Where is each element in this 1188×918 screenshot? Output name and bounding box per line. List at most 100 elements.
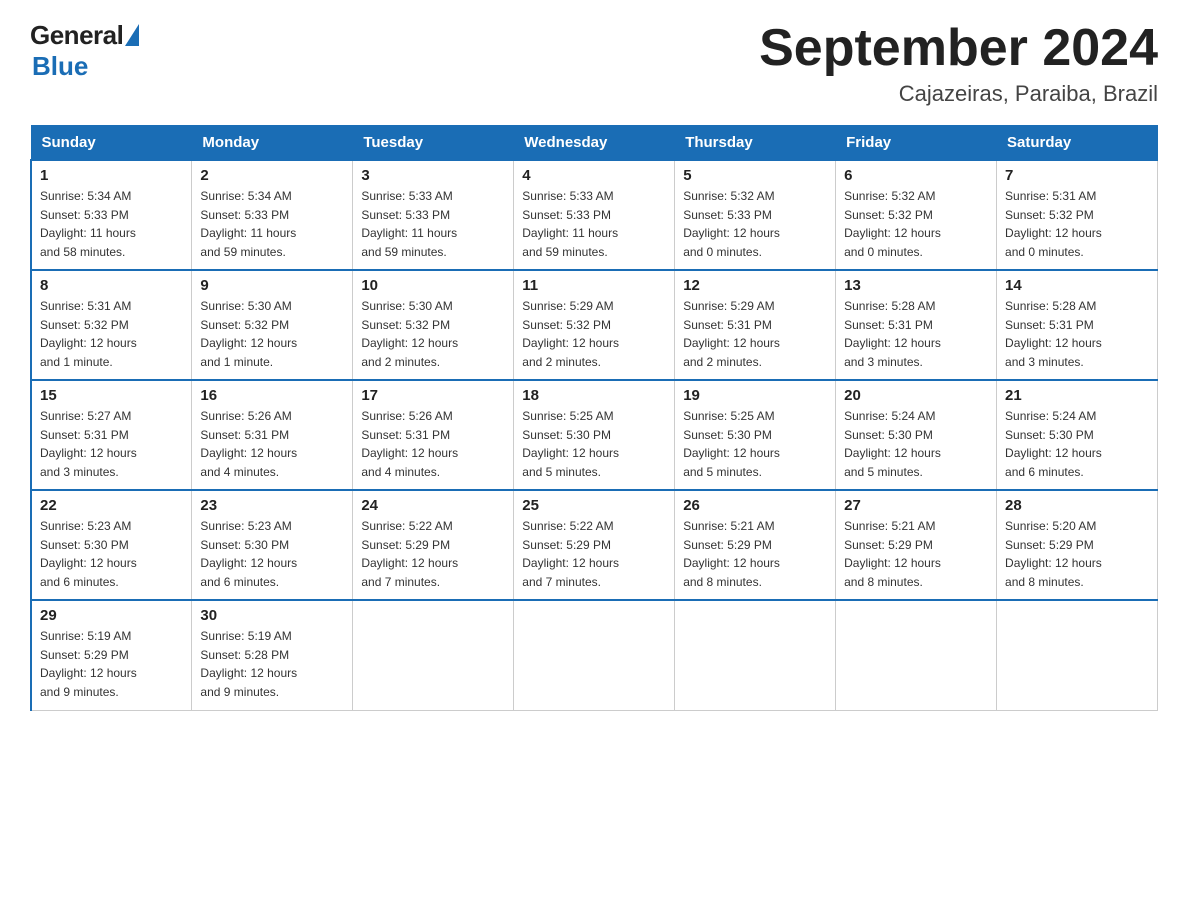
calendar-day-cell: 15 Sunrise: 5:27 AMSunset: 5:31 PMDayligh… (31, 380, 192, 490)
day-info-text: Sunrise: 5:26 AMSunset: 5:31 PMDaylight:… (361, 407, 505, 481)
day-number: 1 (40, 167, 183, 184)
calendar-day-cell: 28 Sunrise: 5:20 AMSunset: 5:29 PMDayligh… (997, 490, 1158, 600)
day-number: 4 (522, 167, 666, 184)
calendar-day-cell: 19 Sunrise: 5:25 AMSunset: 5:30 PMDayligh… (675, 380, 836, 490)
calendar-day-cell: 12 Sunrise: 5:29 AMSunset: 5:31 PMDayligh… (675, 270, 836, 380)
day-info-text: Sunrise: 5:34 AMSunset: 5:33 PMDaylight:… (200, 187, 344, 261)
calendar-day-cell: 5Sunrise: 5:32 AMSunset: 5:33 PMDaylight… (675, 160, 836, 270)
header-day-saturday: Saturday (997, 126, 1158, 161)
header-day-wednesday: Wednesday (514, 126, 675, 161)
header-day-sunday: Sunday (31, 126, 192, 161)
logo-general-text: General (30, 20, 123, 51)
day-number: 16 (200, 387, 344, 404)
day-number: 3 (361, 167, 505, 184)
header-day-thursday: Thursday (675, 126, 836, 161)
day-number: 29 (40, 607, 183, 624)
empty-day-cell (353, 600, 514, 710)
calendar-week-row: 1 Sunrise: 5:34 AMSunset: 5:33 PMDaylight… (31, 160, 1158, 270)
day-number: 19 (683, 387, 827, 404)
calendar-day-cell: 17 Sunrise: 5:26 AMSunset: 5:31 PMDayligh… (353, 380, 514, 490)
day-number: 7 (1005, 167, 1149, 184)
day-info-text: Sunrise: 5:28 AMSunset: 5:31 PMDaylight:… (1005, 297, 1149, 371)
calendar-table: SundayMondayTuesdayWednesdayThursdayFrid… (30, 125, 1158, 711)
logo-triangle-icon (125, 24, 139, 46)
day-number: 21 (1005, 387, 1149, 404)
calendar-day-cell: 18 Sunrise: 5:25 AMSunset: 5:30 PMDayligh… (514, 380, 675, 490)
day-number: 13 (844, 277, 988, 294)
day-info-text: Sunrise: 5:25 AMSunset: 5:30 PMDaylight:… (522, 407, 666, 481)
day-info-text: Sunrise: 5:23 AMSunset: 5:30 PMDaylight:… (40, 517, 183, 591)
day-info-text: Sunrise: 5:22 AMSunset: 5:29 PMDaylight:… (522, 517, 666, 591)
day-number: 15 (40, 387, 183, 404)
day-number: 8 (40, 277, 183, 294)
calendar-day-cell: 8 Sunrise: 5:31 AMSunset: 5:32 PMDaylight… (31, 270, 192, 380)
calendar-day-cell: 27 Sunrise: 5:21 AMSunset: 5:29 PMDayligh… (836, 490, 997, 600)
calendar-day-cell: 16 Sunrise: 5:26 AMSunset: 5:31 PMDayligh… (192, 380, 353, 490)
day-info-text: Sunrise: 5:27 AMSunset: 5:31 PMDaylight:… (40, 407, 183, 481)
day-number: 10 (361, 277, 505, 294)
calendar-day-cell: 22 Sunrise: 5:23 AMSunset: 5:30 PMDayligh… (31, 490, 192, 600)
day-info-text: Sunrise: 5:25 AMSunset: 5:30 PMDaylight:… (683, 407, 827, 481)
calendar-header-row: SundayMondayTuesdayWednesdayThursdayFrid… (31, 126, 1158, 161)
header-day-monday: Monday (192, 126, 353, 161)
calendar-week-row: 22 Sunrise: 5:23 AMSunset: 5:30 PMDayligh… (31, 490, 1158, 600)
day-number: 22 (40, 497, 183, 514)
day-number: 6 (844, 167, 988, 184)
calendar-week-row: 8 Sunrise: 5:31 AMSunset: 5:32 PMDaylight… (31, 270, 1158, 380)
page-title: September 2024 (759, 20, 1158, 77)
header-day-tuesday: Tuesday (353, 126, 514, 161)
calendar-day-cell: 30 Sunrise: 5:19 AMSunset: 5:28 PMDayligh… (192, 600, 353, 710)
calendar-week-row: 29 Sunrise: 5:19 AMSunset: 5:29 PMDayligh… (31, 600, 1158, 710)
day-info-text: Sunrise: 5:22 AMSunset: 5:29 PMDaylight:… (361, 517, 505, 591)
calendar-day-cell: 6 Sunrise: 5:32 AMSunset: 5:32 PMDaylight… (836, 160, 997, 270)
day-info-text: Sunrise: 5:29 AMSunset: 5:32 PMDaylight:… (522, 297, 666, 371)
header-day-friday: Friday (836, 126, 997, 161)
calendar-day-cell: 20 Sunrise: 5:24 AMSunset: 5:30 PMDayligh… (836, 380, 997, 490)
calendar-day-cell: 7 Sunrise: 5:31 AMSunset: 5:32 PMDaylight… (997, 160, 1158, 270)
day-info-text: Sunrise: 5:31 AMSunset: 5:32 PMDaylight:… (1005, 187, 1149, 261)
day-info-text: Sunrise: 5:34 AMSunset: 5:33 PMDaylight:… (40, 187, 183, 261)
calendar-day-cell: 24Sunrise: 5:22 AMSunset: 5:29 PMDayligh… (353, 490, 514, 600)
day-number: 14 (1005, 277, 1149, 294)
day-number: 27 (844, 497, 988, 514)
day-number: 30 (200, 607, 344, 624)
day-number: 12 (683, 277, 827, 294)
title-block: September 2024 Cajazeiras, Paraiba, Braz… (759, 20, 1158, 107)
calendar-day-cell: 25Sunrise: 5:22 AMSunset: 5:29 PMDayligh… (514, 490, 675, 600)
day-info-text: Sunrise: 5:30 AMSunset: 5:32 PMDaylight:… (200, 297, 344, 371)
day-info-text: Sunrise: 5:24 AMSunset: 5:30 PMDaylight:… (844, 407, 988, 481)
day-info-text: Sunrise: 5:33 AMSunset: 5:33 PMDaylight:… (522, 187, 666, 261)
day-info-text: Sunrise: 5:29 AMSunset: 5:31 PMDaylight:… (683, 297, 827, 371)
calendar-day-cell: 23Sunrise: 5:23 AMSunset: 5:30 PMDayligh… (192, 490, 353, 600)
calendar-day-cell: 13 Sunrise: 5:28 AMSunset: 5:31 PMDayligh… (836, 270, 997, 380)
day-number: 9 (200, 277, 344, 294)
day-info-text: Sunrise: 5:19 AMSunset: 5:29 PMDaylight:… (40, 627, 183, 701)
empty-day-cell (675, 600, 836, 710)
page-header: General Blue September 2024 Cajazeiras, … (30, 20, 1158, 107)
day-info-text: Sunrise: 5:21 AMSunset: 5:29 PMDaylight:… (844, 517, 988, 591)
day-info-text: Sunrise: 5:20 AMSunset: 5:29 PMDaylight:… (1005, 517, 1149, 591)
day-number: 5 (683, 167, 827, 184)
calendar-day-cell: 14 Sunrise: 5:28 AMSunset: 5:31 PMDayligh… (997, 270, 1158, 380)
day-info-text: Sunrise: 5:19 AMSunset: 5:28 PMDaylight:… (200, 627, 344, 701)
day-info-text: Sunrise: 5:31 AMSunset: 5:32 PMDaylight:… (40, 297, 183, 371)
day-number: 20 (844, 387, 988, 404)
calendar-week-row: 15 Sunrise: 5:27 AMSunset: 5:31 PMDayligh… (31, 380, 1158, 490)
day-number: 11 (522, 277, 666, 294)
logo: General Blue (30, 20, 139, 82)
day-number: 17 (361, 387, 505, 404)
day-info-text: Sunrise: 5:21 AMSunset: 5:29 PMDaylight:… (683, 517, 827, 591)
day-number: 18 (522, 387, 666, 404)
day-info-text: Sunrise: 5:28 AMSunset: 5:31 PMDaylight:… (844, 297, 988, 371)
day-number: 28 (1005, 497, 1149, 514)
day-info-text: Sunrise: 5:33 AMSunset: 5:33 PMDaylight:… (361, 187, 505, 261)
day-info-text: Sunrise: 5:26 AMSunset: 5:31 PMDaylight:… (200, 407, 344, 481)
day-info-text: Sunrise: 5:23 AMSunset: 5:30 PMDaylight:… (200, 517, 344, 591)
logo-blue-text: Blue (32, 51, 88, 82)
calendar-day-cell: 3 Sunrise: 5:33 AMSunset: 5:33 PMDaylight… (353, 160, 514, 270)
day-number: 2 (200, 167, 344, 184)
calendar-day-cell: 10Sunrise: 5:30 AMSunset: 5:32 PMDayligh… (353, 270, 514, 380)
page-subtitle: Cajazeiras, Paraiba, Brazil (759, 81, 1158, 107)
empty-day-cell (997, 600, 1158, 710)
day-info-text: Sunrise: 5:32 AMSunset: 5:32 PMDaylight:… (844, 187, 988, 261)
